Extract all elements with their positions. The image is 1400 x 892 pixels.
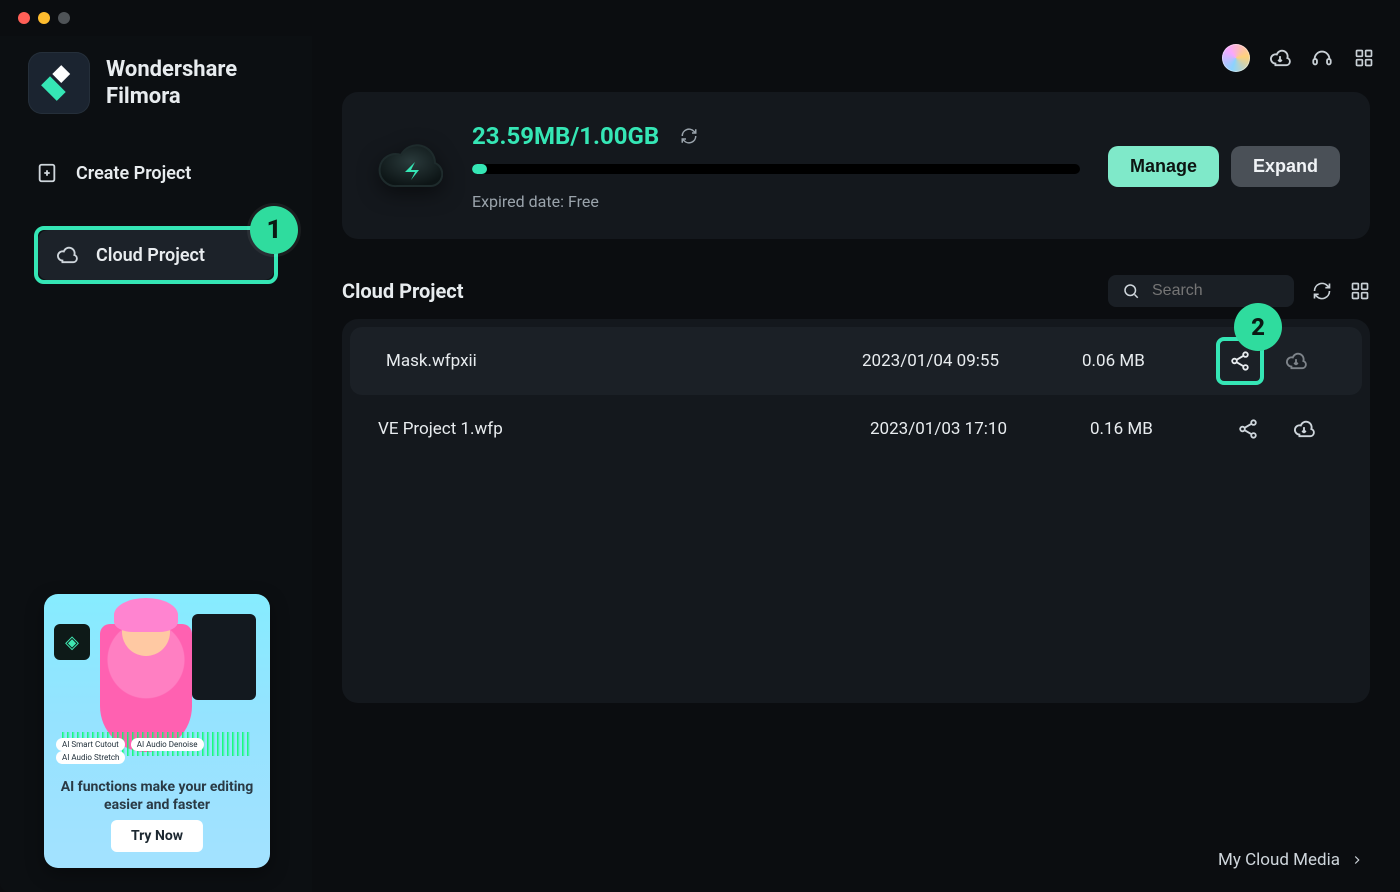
sidebar: Wondershare Filmora Create Project (0, 36, 312, 892)
search-input[interactable] (1150, 281, 1280, 301)
share-button[interactable] (1230, 411, 1266, 447)
download-button[interactable] (1286, 411, 1322, 447)
manage-button[interactable]: Manage (1108, 146, 1219, 187)
storage-usage: 23.59MB/1.00GB (472, 122, 659, 150)
refresh-icon[interactable] (677, 124, 701, 148)
app-window: Wondershare Filmora Create Project (0, 0, 1400, 892)
promo-card[interactable]: ◈ AI Smart Cutout AI Audio Denoise AI Au… (44, 594, 270, 868)
close-window-icon[interactable] (18, 12, 30, 24)
cloud-icon (56, 244, 78, 266)
brand-line1: Wondershare (106, 56, 237, 84)
brand-line2: Filmora (106, 83, 237, 111)
sidebar-item-label: Create Project (76, 163, 191, 184)
minimize-window-icon[interactable] (38, 12, 50, 24)
storage-progress (472, 164, 1080, 174)
avatar[interactable] (1222, 44, 1250, 72)
sidebar-nav: Create Project Cloud Project 1 (0, 138, 312, 294)
brand-text: Wondershare Filmora (106, 56, 237, 111)
highlight-1: Cloud Project 1 (34, 226, 278, 284)
promo-chips: AI Smart Cutout AI Audio Denoise AI Audi… (56, 738, 208, 764)
share-button[interactable]: 2 (1222, 343, 1258, 379)
main: 23.59MB/1.00GB Expired date: Free Manage… (312, 36, 1400, 892)
expand-button[interactable]: Expand (1231, 146, 1340, 187)
app-logo-icon (28, 52, 90, 114)
callout-badge-2: 2 (1234, 303, 1282, 351)
support-icon[interactable] (1310, 46, 1334, 70)
search-box[interactable] (1108, 275, 1294, 307)
promo-try-now-button[interactable]: Try Now (111, 820, 203, 852)
titlebar (0, 0, 1400, 36)
file-name: Mask.wfpxii (378, 351, 862, 371)
promo-caption: AI functions make your editing easier an… (44, 778, 270, 814)
section-title: Cloud Project (342, 279, 464, 303)
file-list: Mask.wfpxii 2023/01/04 09:55 0.06 MB 2 V… (342, 319, 1370, 703)
table-row[interactable]: VE Project 1.wfp 2023/01/03 17:10 0.16 M… (342, 395, 1370, 463)
file-date: 2023/01/03 17:10 (870, 419, 1090, 439)
table-row[interactable]: Mask.wfpxii 2023/01/04 09:55 0.06 MB 2 (350, 327, 1362, 395)
storage-info: 23.59MB/1.00GB Expired date: Free (472, 122, 1080, 211)
promo-mini-panel-icon: ◈ (54, 624, 90, 660)
maximize-window-icon[interactable] (58, 12, 70, 24)
chevron-right-icon (1350, 853, 1364, 867)
storage-card: 23.59MB/1.00GB Expired date: Free Manage… (342, 92, 1370, 239)
storage-actions: Manage Expand (1108, 146, 1340, 187)
sidebar-item-cloud-project[interactable]: Cloud Project (38, 230, 274, 280)
add-file-icon (36, 162, 58, 184)
section-header: Cloud Project (342, 275, 1370, 307)
promo-settings-panel-icon (192, 614, 256, 700)
file-size: 0.06 MB (1082, 351, 1222, 371)
download-button[interactable] (1278, 343, 1314, 379)
sidebar-item-label: Cloud Project (96, 245, 205, 266)
storage-expiry: Expired date: Free (472, 192, 1080, 211)
file-name: VE Project 1.wfp (370, 419, 870, 439)
file-date: 2023/01/04 09:55 (862, 351, 1082, 371)
cloud-storage-icon (376, 139, 444, 195)
topbar (312, 36, 1400, 80)
footer-link-label: My Cloud Media (1218, 850, 1340, 870)
apps-grid-icon[interactable] (1352, 46, 1376, 70)
refresh-list-icon[interactable] (1312, 281, 1332, 301)
traffic-lights (18, 12, 70, 24)
file-size: 0.16 MB (1090, 419, 1230, 439)
cloud-download-icon[interactable] (1268, 46, 1292, 70)
my-cloud-media-link[interactable]: My Cloud Media (1218, 850, 1364, 870)
callout-badge-1: 1 (250, 206, 298, 254)
promo-illustration: ◈ (56, 606, 258, 756)
sidebar-item-create-project[interactable]: Create Project (18, 148, 294, 198)
brand: Wondershare Filmora (0, 46, 312, 138)
grid-view-icon[interactable] (1350, 281, 1370, 301)
search-icon (1122, 282, 1140, 300)
